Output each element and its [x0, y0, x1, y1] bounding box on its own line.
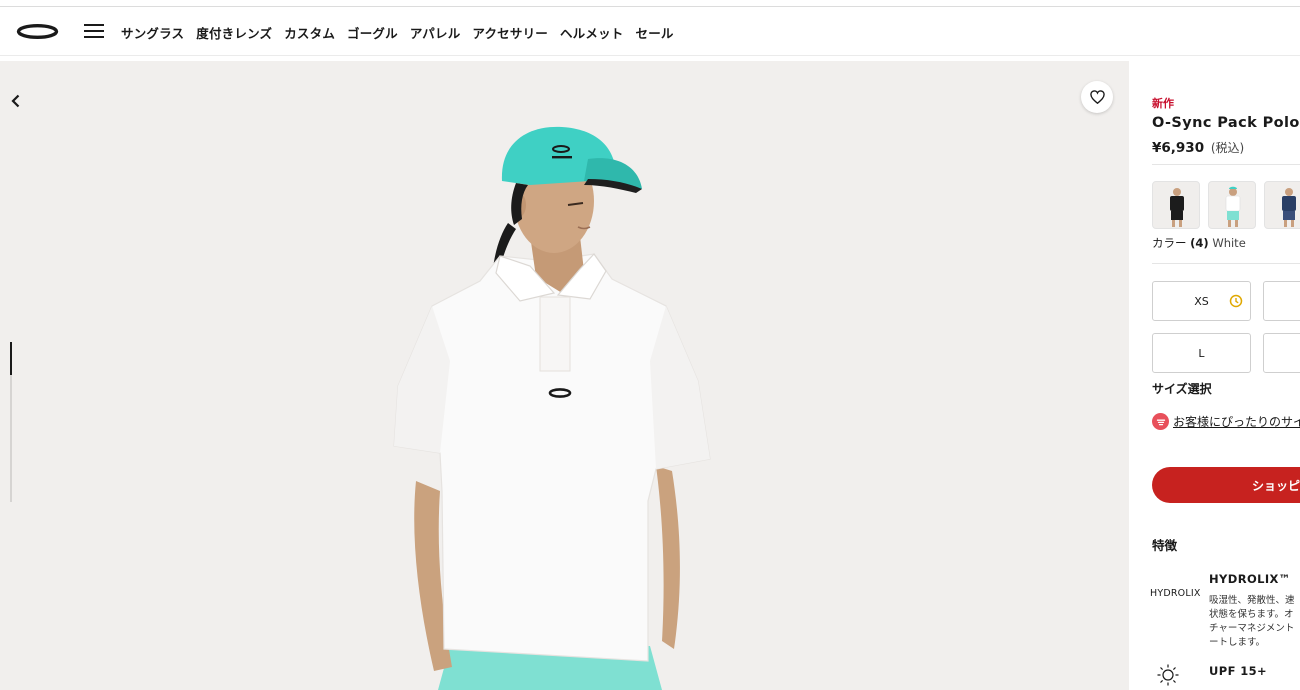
site-header: サングラス 度付きレンズ カスタム ゴーグル アパレル アクセサリー ヘルメット… — [0, 7, 1300, 56]
sun-icon — [1157, 664, 1179, 686]
product-info-panel: 新作 O-Sync Pack Polo C ¥6,930 (税込) カラー (4… — [1129, 61, 1300, 690]
nav-item-sale[interactable]: セール — [636, 23, 674, 42]
color-swatch-navy[interactable] — [1264, 181, 1300, 229]
nav-item-accessories[interactable]: アクセサリー — [472, 23, 548, 42]
price-tax-note: (税込) — [1210, 141, 1245, 155]
product-title: O-Sync Pack Polo C — [1152, 115, 1300, 131]
main-nav: サングラス 度付きレンズ カスタム ゴーグル アパレル アクセサリー ヘルメット… — [121, 23, 674, 42]
color-swatches — [1152, 181, 1300, 229]
size-select-label: サイズ選択 — [1152, 382, 1212, 396]
size-option-s[interactable] — [1263, 281, 1300, 321]
nav-item-prescription-lenses[interactable]: 度付きレンズ — [196, 23, 272, 42]
fit-advisor-link[interactable]: お客様にぴったりのサイ — [1173, 413, 1300, 430]
new-badge: 新作 — [1152, 97, 1174, 110]
divider — [1152, 263, 1300, 264]
divider — [1152, 164, 1300, 165]
features-heading: 特徴 — [1152, 538, 1178, 553]
size-label: L — [1198, 346, 1205, 360]
nav-item-sunglasses[interactable]: サングラス — [121, 23, 184, 42]
color-count: (4) — [1190, 236, 1209, 250]
chevron-left-icon[interactable] — [8, 93, 24, 109]
size-label: XS — [1194, 294, 1209, 308]
fit-advisor-icon — [1152, 413, 1169, 430]
color-swatch-white[interactable] — [1208, 181, 1256, 229]
nav-item-helmets[interactable]: ヘルメット — [560, 23, 624, 42]
feature-name: HYDROLIX™ — [1209, 572, 1291, 586]
feature-name: UPF 15+ — [1209, 664, 1268, 678]
color-label-text: カラー — [1152, 236, 1187, 250]
wishlist-button[interactable] — [1081, 81, 1113, 113]
hydrolix-logo: HYDROLIX — [1150, 588, 1201, 599]
feature-description: 吸湿性、発散性、速 状態を保ちます。オ チャーマネジメント ートします。 — [1209, 595, 1295, 648]
product-price: ¥6,930 (税込) — [1152, 139, 1244, 156]
nav-item-apparel[interactable]: アパレル — [410, 23, 461, 42]
add-to-bag-button[interactable]: ショッピン — [1152, 467, 1300, 503]
clock-icon — [1229, 294, 1243, 308]
price-value: ¥6,930 — [1152, 140, 1205, 156]
size-option-xs[interactable]: XS — [1152, 281, 1251, 321]
heart-icon — [1089, 90, 1105, 104]
selected-color-value: White — [1212, 236, 1246, 250]
nav-item-custom[interactable]: カスタム — [284, 23, 335, 42]
fit-advisor: お客様にぴったりのサイ — [1152, 413, 1300, 430]
oakley-logo[interactable] — [16, 24, 59, 39]
gallery-scroll-thumb[interactable] — [10, 342, 12, 375]
size-option-l[interactable]: L — [1152, 333, 1251, 373]
color-label: カラー (4) White — [1152, 235, 1246, 251]
product-gallery — [0, 61, 1129, 690]
size-option-xl[interactable] — [1263, 333, 1300, 373]
product-image — [393, 126, 711, 690]
nav-item-goggles[interactable]: ゴーグル — [347, 23, 398, 42]
color-swatch-black[interactable] — [1152, 181, 1200, 229]
hamburger-icon[interactable] — [84, 24, 104, 40]
